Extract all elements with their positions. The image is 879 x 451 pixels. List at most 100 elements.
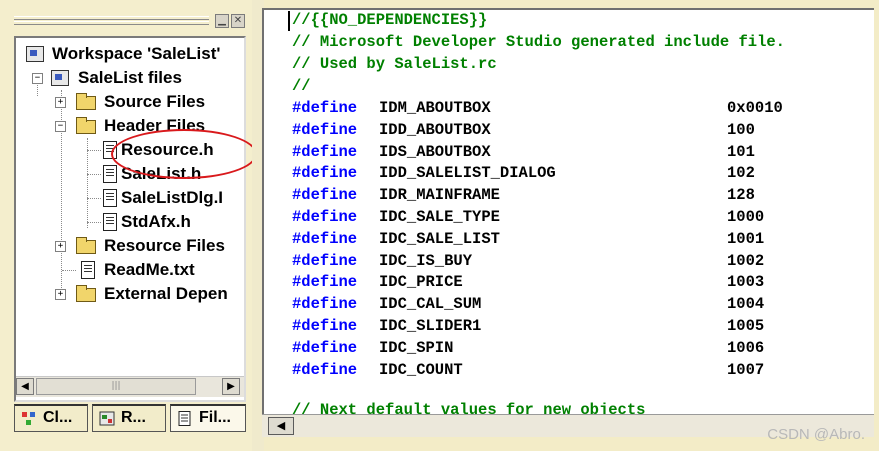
define-keyword: #define	[292, 360, 358, 379]
tree-item-label: Resource.h	[121, 140, 214, 159]
minimize-icon[interactable]: ▁	[215, 14, 229, 28]
tree-item-label: Resource Files	[104, 236, 225, 255]
file-icon	[81, 261, 95, 279]
define-value: 1002	[727, 251, 765, 270]
tree-item-source-files[interactable]: + Source Files	[24, 90, 244, 114]
tree-item-salelist-h[interactable]: SaleList.h	[24, 162, 244, 186]
scroll-left-icon[interactable]: ◀	[268, 417, 294, 435]
watermark: CSDN @Abro.	[767, 426, 865, 443]
tree-item-resource-files[interactable]: + Resource Files	[24, 234, 244, 258]
tree-item-resource-h[interactable]: Resource.h	[24, 138, 244, 162]
define-line: #define IDS_ABOUTBOX 101	[292, 142, 852, 163]
define-line: #define IDC_SPIN 1006	[292, 338, 852, 359]
expand-icon[interactable]: +	[55, 97, 66, 108]
define-value: 1001	[727, 229, 765, 248]
code-comment-line: // Used by SaleList.rc	[292, 55, 497, 73]
scroll-thumb[interactable]: |||	[36, 378, 196, 395]
workspace-pane: ▁ ✕ Workspace 'SaleList' − SaleList file…	[0, 0, 257, 451]
tree-item-stdafx-h[interactable]: StdAfx.h	[24, 210, 244, 234]
tab-class-view[interactable]: Cl...	[14, 404, 88, 432]
tab-label: Cl...	[43, 409, 73, 426]
scroll-right-icon[interactable]: ▶	[222, 378, 240, 395]
tree-item-project[interactable]: − SaleList files	[24, 66, 244, 90]
expand-icon[interactable]: +	[55, 289, 66, 300]
drag-grip-lower[interactable]	[14, 21, 209, 25]
define-line: #define IDC_SALE_LIST 1001	[292, 229, 852, 250]
tree-item-readme[interactable]: ReadMe.txt	[24, 258, 244, 282]
code-editor[interactable]: //{{NO_DEPENDENCIES}} // Microsoft Devel…	[262, 8, 874, 433]
define-name: IDC_SALE_LIST	[379, 229, 500, 248]
tree-item-label: Workspace 'SaleList'	[52, 44, 221, 63]
define-value: 101	[727, 142, 755, 161]
tree-connector	[87, 222, 101, 223]
tree-connector	[87, 198, 101, 199]
define-keyword: #define	[292, 164, 358, 183]
define-name: IDD_ABOUTBOX	[379, 120, 491, 139]
tree-item-label: SaleList.h	[121, 164, 202, 183]
define-name: IDR_MAINFRAME	[379, 186, 500, 205]
define-line: #define IDD_ABOUTBOX 100	[292, 120, 852, 141]
tree-connector	[87, 174, 101, 175]
define-keyword: #define	[292, 120, 358, 139]
text-cursor	[288, 11, 290, 31]
define-keyword: #define	[292, 186, 358, 205]
folder-icon	[76, 285, 96, 302]
tree-item-workspace[interactable]: Workspace 'SaleList'	[24, 42, 244, 66]
define-keyword: #define	[292, 273, 358, 292]
tree-item-header-files[interactable]: − Header Files	[24, 114, 244, 138]
workspace-titlebar[interactable]: ▁ ✕	[14, 12, 246, 32]
tab-resource-view[interactable]: R...	[92, 404, 166, 432]
collapse-icon[interactable]: −	[32, 73, 43, 84]
close-icon[interactable]: ✕	[231, 14, 245, 28]
define-value: 1005	[727, 317, 765, 335]
file-tree[interactable]: Workspace 'SaleList' − SaleList files + …	[14, 36, 246, 402]
define-name: IDC_SALE_TYPE	[379, 208, 500, 226]
folder-icon	[76, 93, 96, 110]
file-icon	[103, 141, 117, 159]
tree-item-label: Header Files	[104, 116, 206, 135]
define-value: 1007	[727, 360, 765, 379]
define-name: IDD_SALELIST_DIALOG	[379, 164, 556, 183]
tree-item-salelistdlg[interactable]: SaleListDlg.I	[24, 186, 244, 210]
define-value: 102	[727, 164, 755, 183]
define-line: #define IDR_MAINFRAME 128	[292, 185, 852, 206]
define-keyword: #define	[292, 338, 358, 357]
file-icon	[103, 213, 117, 231]
tab-label: Fil...	[199, 409, 231, 426]
tree-item-label: Source Files	[104, 92, 206, 111]
folder-icon	[76, 237, 96, 254]
tree-item-label: SaleList files	[78, 68, 182, 87]
define-line: #define IDC_IS_BUY 1002	[292, 251, 852, 272]
define-name: IDC_SPIN	[379, 338, 454, 357]
define-line: #define IDC_SLIDER1 1005	[292, 316, 852, 337]
define-line: #define IDC_CAL_SUM 1004	[292, 294, 852, 315]
code-comment-line: // Microsoft Developer Studio generated …	[292, 33, 785, 51]
tree-item-label: External Depen	[104, 284, 228, 303]
workspace-tabs: Cl... R... Fil...	[14, 404, 246, 434]
define-name: IDC_IS_BUY	[379, 251, 473, 270]
define-value: 1006	[727, 338, 765, 357]
define-keyword: #define	[292, 251, 358, 270]
expand-icon[interactable]: +	[55, 241, 66, 252]
tab-label: R...	[121, 409, 146, 426]
scroll-left-icon[interactable]: ◀	[16, 378, 34, 395]
define-value: 128	[727, 186, 755, 205]
define-value: 100	[727, 120, 755, 139]
define-keyword: #define	[292, 229, 358, 248]
tree-horizontal-scrollbar[interactable]: ◀ ||| ▶	[16, 376, 244, 397]
file-icon	[103, 189, 117, 207]
collapse-icon[interactable]: −	[55, 121, 66, 132]
drag-grip[interactable]	[14, 16, 209, 20]
tree-item-external-dependencies[interactable]: + External Depen	[24, 282, 244, 306]
class-view-icon	[22, 412, 35, 425]
tab-file-view[interactable]: Fil...	[170, 404, 246, 432]
workspace-icon	[26, 46, 44, 62]
define-name: IDC_PRICE	[379, 273, 463, 292]
define-line: #define IDC_SALE_TYPE 1000	[292, 207, 852, 228]
define-line: #define IDD_SALELIST_DIALOG 102	[292, 163, 852, 184]
tree-item-label: StdAfx.h	[121, 212, 191, 231]
define-keyword: #define	[292, 142, 358, 161]
define-value: 0x0010	[727, 99, 783, 117]
tree-item-label: SaleListDlg.I	[121, 188, 224, 207]
define-value: 1003	[727, 273, 765, 292]
